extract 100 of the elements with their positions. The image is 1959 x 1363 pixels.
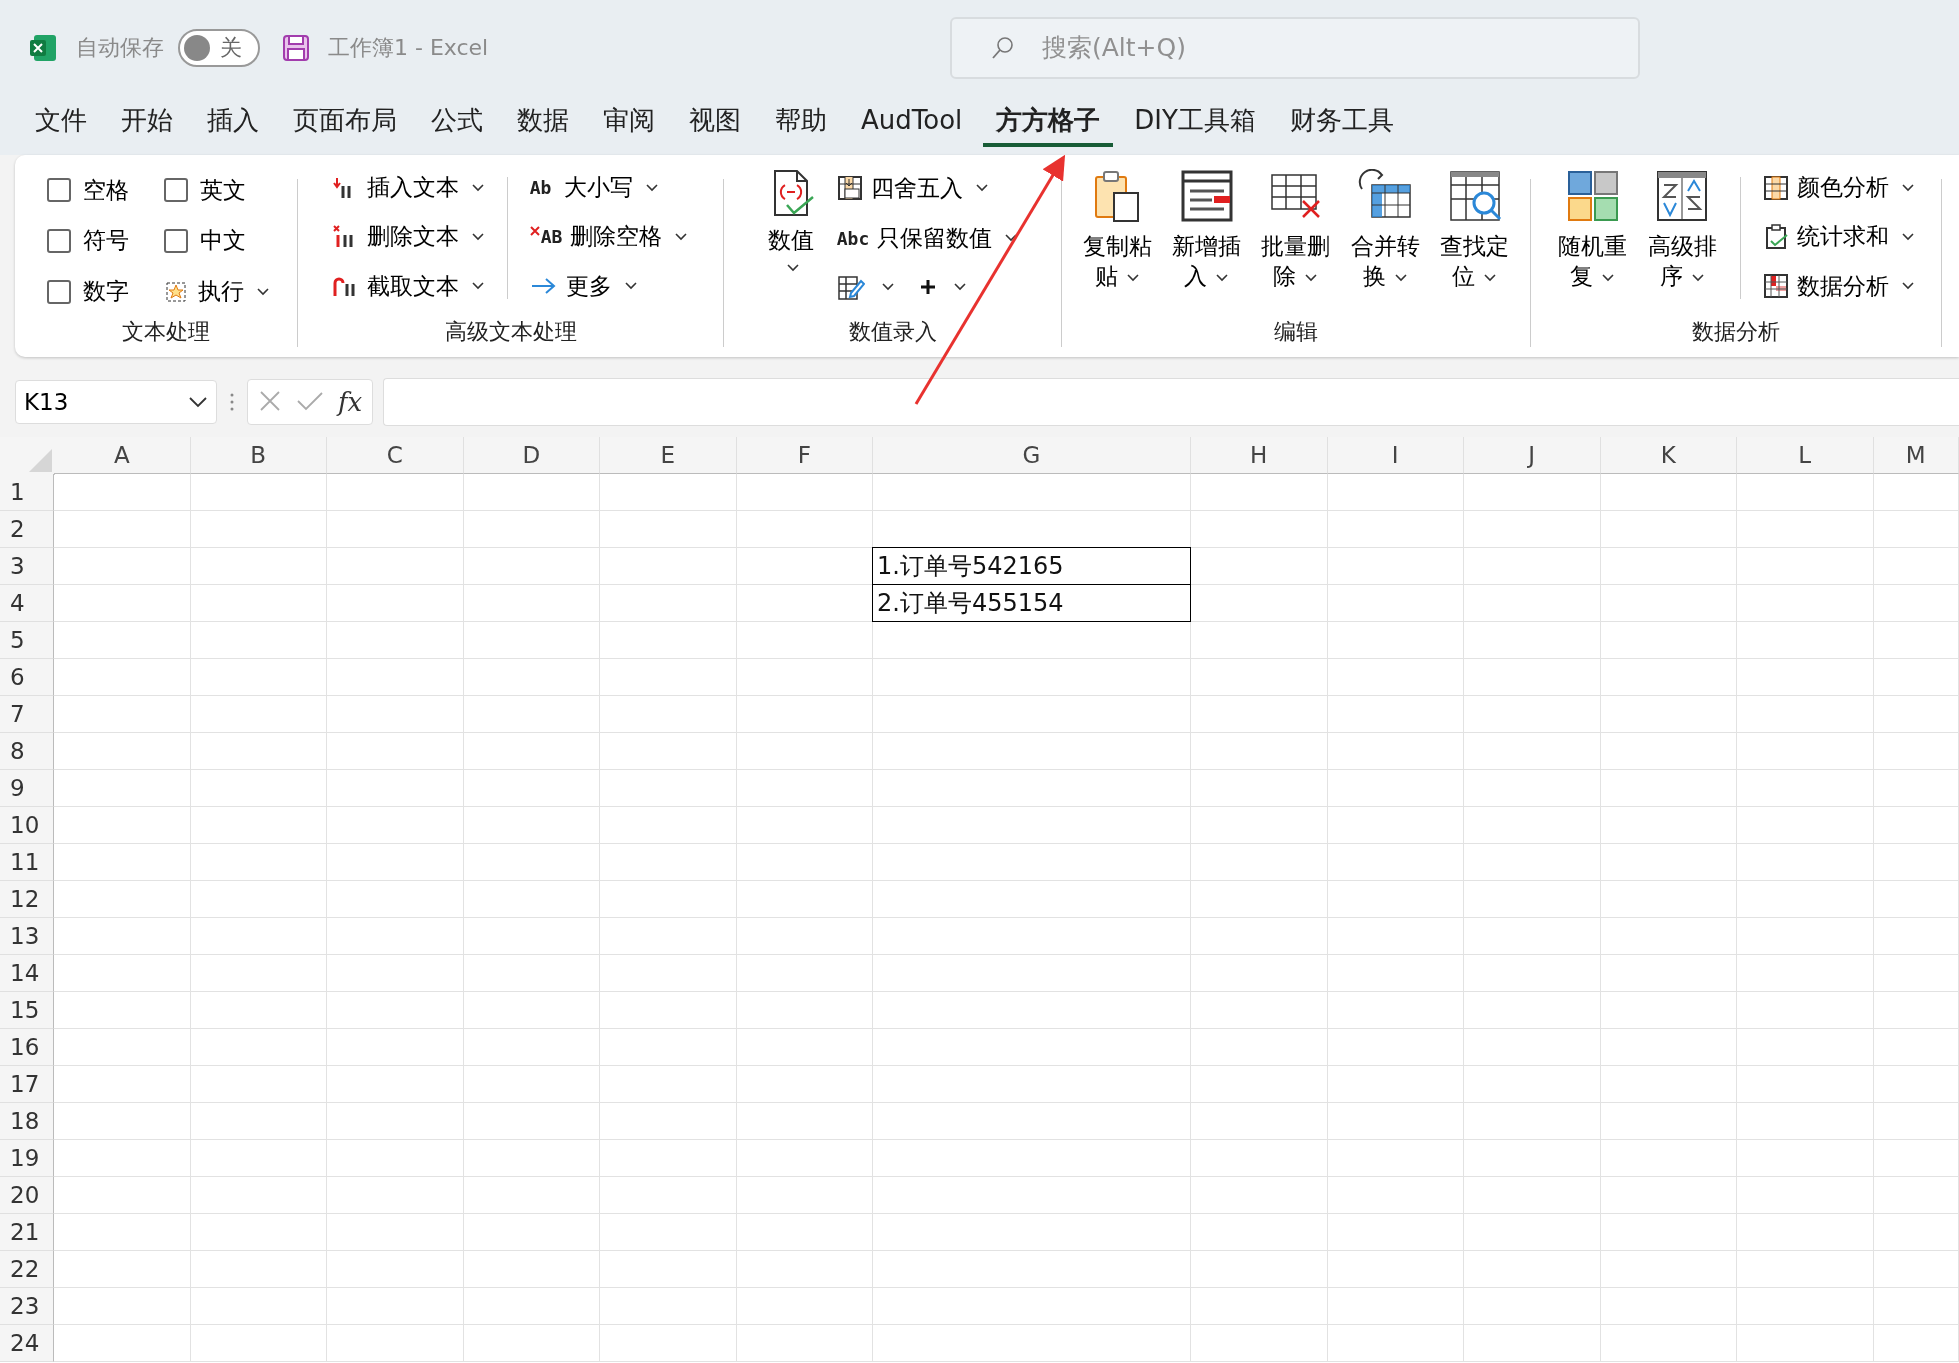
table-cell[interactable]	[1873, 1066, 1959, 1103]
table-cell[interactable]	[600, 1214, 737, 1251]
row-header[interactable]: 10	[0, 807, 54, 844]
table-cell[interactable]	[1191, 1288, 1328, 1325]
table-cell[interactable]	[1873, 1288, 1959, 1325]
table-cell[interactable]	[1191, 474, 1328, 511]
table-cell[interactable]	[190, 1177, 327, 1214]
table-cell[interactable]	[600, 696, 737, 733]
row-header[interactable]: 11	[0, 844, 54, 881]
table-cell[interactable]	[54, 548, 191, 585]
table-cell[interactable]	[873, 844, 1191, 881]
table-cell[interactable]	[1737, 770, 1874, 807]
table-cell[interactable]	[463, 1140, 600, 1177]
ribbon-button[interactable]: 随机重复	[1557, 169, 1629, 317]
table-cell[interactable]	[190, 1066, 327, 1103]
table-cell[interactable]	[1600, 770, 1737, 807]
table-cell[interactable]	[1600, 1325, 1737, 1362]
table-cell[interactable]	[1600, 733, 1737, 770]
ribbon-tab[interactable]: 帮助	[762, 95, 840, 147]
formula-input[interactable]	[383, 378, 1959, 426]
table-cell[interactable]	[873, 1140, 1191, 1177]
table-cell[interactable]	[1737, 622, 1874, 659]
table-cell[interactable]	[1327, 1325, 1464, 1362]
table-cell[interactable]	[873, 1066, 1191, 1103]
table-cell[interactable]	[600, 1288, 737, 1325]
table-cell[interactable]	[54, 585, 191, 622]
ribbon-button[interactable]: Ab 大小写	[529, 172, 689, 204]
table-cell[interactable]	[1464, 511, 1601, 548]
checkbox[interactable]	[47, 229, 71, 253]
table-cell[interactable]	[327, 1066, 464, 1103]
table-cell[interactable]	[736, 622, 873, 659]
table-cell[interactable]	[1600, 844, 1737, 881]
table-cell[interactable]	[1191, 733, 1328, 770]
table-cell[interactable]	[1873, 844, 1959, 881]
table-cell[interactable]: 2.订单号455154	[872, 584, 1191, 622]
table-cell[interactable]	[600, 918, 737, 955]
table-cell[interactable]	[873, 1103, 1191, 1140]
column-header[interactable]: L	[1737, 437, 1874, 474]
table-cell[interactable]	[736, 1251, 873, 1288]
table-cell[interactable]	[736, 881, 873, 918]
table-cell[interactable]	[463, 1251, 600, 1288]
table-cell[interactable]	[1464, 659, 1601, 696]
table-cell[interactable]	[1873, 474, 1959, 511]
table-cell[interactable]	[1873, 1325, 1959, 1362]
table-cell[interactable]	[190, 622, 327, 659]
table-cell[interactable]	[1737, 548, 1874, 585]
table-cell[interactable]	[1327, 770, 1464, 807]
table-cell[interactable]	[736, 474, 873, 511]
table-cell[interactable]	[1464, 844, 1601, 881]
table-cell[interactable]	[1191, 770, 1328, 807]
table-cell[interactable]	[600, 585, 737, 622]
table-cell[interactable]	[1191, 1214, 1328, 1251]
insert-function-button[interactable]: fx	[338, 387, 363, 417]
table-cell[interactable]	[1873, 807, 1959, 844]
table-cell[interactable]	[1873, 918, 1959, 955]
table-cell[interactable]	[1327, 1214, 1464, 1251]
row-header[interactable]: 2	[0, 511, 54, 548]
table-cell[interactable]	[1600, 1214, 1737, 1251]
table-cell[interactable]	[327, 1251, 464, 1288]
column-header[interactable]: A	[54, 437, 191, 474]
row-header[interactable]: 14	[0, 955, 54, 992]
table-cell[interactable]	[1327, 1029, 1464, 1066]
table-cell[interactable]	[1600, 992, 1737, 1029]
table-cell[interactable]	[327, 659, 464, 696]
table-cell[interactable]	[873, 474, 1191, 511]
table-cell[interactable]	[873, 1251, 1191, 1288]
ribbon-tab[interactable]: 开始	[108, 95, 186, 147]
table-cell[interactable]	[1191, 1177, 1328, 1214]
table-cell[interactable]	[327, 1325, 464, 1362]
table-cell[interactable]	[736, 918, 873, 955]
column-header[interactable]: K	[1600, 437, 1737, 474]
table-cell[interactable]	[736, 1177, 873, 1214]
table-cell[interactable]	[190, 548, 327, 585]
row-header[interactable]: 20	[0, 1177, 54, 1214]
table-cell[interactable]	[736, 955, 873, 992]
table-cell[interactable]	[463, 1029, 600, 1066]
table-cell[interactable]	[54, 1214, 191, 1251]
row-header[interactable]: 17	[0, 1066, 54, 1103]
table-cell[interactable]	[873, 696, 1191, 733]
table-cell[interactable]	[463, 474, 600, 511]
table-cell[interactable]	[54, 1103, 191, 1140]
table-cell[interactable]	[736, 1029, 873, 1066]
table-cell[interactable]	[1327, 585, 1464, 622]
table-cell[interactable]: 1.订单号542165	[872, 547, 1191, 585]
table-cell[interactable]	[1327, 511, 1464, 548]
table-cell[interactable]	[736, 511, 873, 548]
table-cell[interactable]	[327, 733, 464, 770]
table-cell[interactable]	[736, 844, 873, 881]
table-cell[interactable]	[327, 622, 464, 659]
table-cell[interactable]	[1873, 733, 1959, 770]
checkbox[interactable]	[47, 279, 71, 304]
table-cell[interactable]	[327, 844, 464, 881]
table-cell[interactable]	[600, 955, 737, 992]
table-cell[interactable]	[190, 1140, 327, 1177]
column-header[interactable]: D	[463, 437, 600, 474]
table-cell[interactable]	[463, 696, 600, 733]
table-cell[interactable]	[600, 622, 737, 659]
table-cell[interactable]	[1873, 770, 1959, 807]
table-cell[interactable]	[1191, 918, 1328, 955]
table-cell[interactable]	[54, 955, 191, 992]
